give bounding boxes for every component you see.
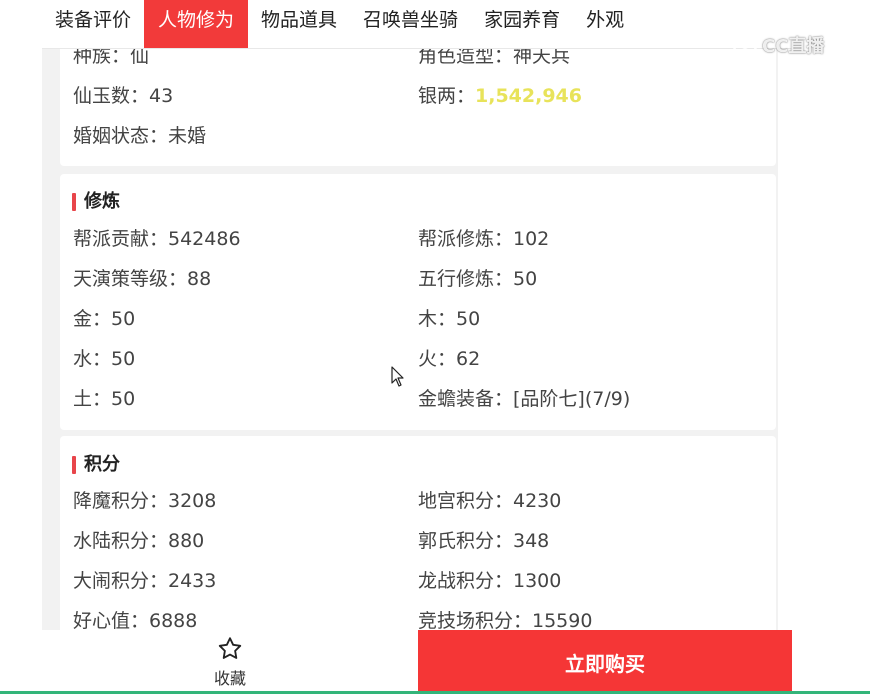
element-metal: 金：50 [73, 308, 136, 330]
category-tabs: 装备评价 人物修为 物品道具 召唤兽坐骑 家园养育 外观 [42, 0, 792, 49]
element-fire: 火：62 [418, 348, 481, 370]
guild-contribution: 帮派贡献：542486 [73, 228, 241, 250]
info-row: 仙玉数：43 银两：1,542,946 [60, 76, 776, 116]
guild-cultivation: 帮派修炼：102 [418, 228, 550, 250]
tab-summons-mounts[interactable]: 召唤兽坐骑 [350, 0, 471, 48]
favorite-button[interactable]: 收藏 [42, 630, 418, 694]
golden-toad-equipment: 金蟾装备：[品阶七](7/9) [418, 388, 631, 410]
points-card: 积分 降魔积分：3208 地宫积分：4230 水陆积分：880 郭氏积分：348… [60, 436, 776, 630]
favorite-label: 收藏 [213, 669, 246, 688]
content-scroll-area[interactable]: 种族：仙 角色造型：神天兵 仙玉数：43 银两：1,542,946 婚姻状态：未… [60, 0, 776, 630]
info-row: 帮派贡献：542486 帮派修炼：102 [60, 219, 776, 259]
tianyance-level: 天演策等级：88 [73, 268, 212, 290]
danao-points: 大闹积分：2433 [73, 570, 217, 592]
demon-points: 降魔积分：3208 [73, 490, 217, 512]
mouse-cursor-icon [391, 366, 404, 387]
arena-points: 竞技场积分：15590 [418, 610, 593, 630]
element-earth: 土：50 [73, 388, 136, 410]
section-title: 积分 [72, 455, 120, 475]
guoshi-points: 郭氏积分：348 [418, 530, 550, 552]
info-row: 好心值：6888 竞技场积分：15590 [60, 601, 776, 630]
five-elements-cultivation: 五行修炼：50 [418, 268, 538, 290]
silver-value: 1,542,946 [475, 85, 582, 107]
cc-live-logo-icon [732, 32, 758, 58]
element-wood: 木：50 [418, 308, 481, 330]
tab-items[interactable]: 物品道具 [248, 0, 350, 48]
info-row: 婚姻状态：未婚 [60, 116, 776, 156]
buy-now-button[interactable]: 立即购买 [418, 630, 792, 694]
dragon-war-points: 龙战积分：1300 [418, 570, 562, 592]
bottom-action-bar: 收藏 立即购买 [42, 630, 792, 694]
tab-appearance[interactable]: 外观 [573, 0, 637, 48]
kindness-value: 好心值：6888 [73, 610, 198, 630]
info-row: 水：50 火：62 [60, 339, 776, 379]
info-row: 土：50 金蟾装备：[品阶七](7/9) [60, 379, 776, 419]
palace-points: 地宫积分：4230 [418, 490, 562, 512]
jade-field: 仙玉数：43 [73, 85, 174, 107]
section-title: 修炼 [72, 192, 120, 212]
cultivation-card: 修炼 帮派贡献：542486 帮派修炼：102 天演策等级：88 五行修炼：50… [60, 174, 776, 430]
shuilu-points: 水陆积分：880 [73, 530, 205, 552]
silver-field: 银两：1,542,946 [418, 76, 582, 116]
scroll-gutter [778, 0, 792, 694]
info-row: 大闹积分：2433 龙战积分：1300 [60, 561, 776, 601]
tab-character[interactable]: 人物修为 [144, 0, 249, 48]
silver-label: 银两： [418, 85, 476, 107]
star-outline-icon [218, 637, 242, 659]
info-row: 水陆积分：880 郭氏积分：348 [60, 521, 776, 561]
tab-home[interactable]: 家园养育 [471, 0, 573, 48]
watermark-text: CC直播 [762, 36, 825, 57]
info-row: 金：50 木：50 [60, 299, 776, 339]
right-margin [792, 0, 870, 694]
marriage-field: 婚姻状态：未婚 [73, 125, 207, 147]
info-row: 天演策等级：88 五行修炼：50 [60, 259, 776, 299]
info-row: 降魔积分：3208 地宫积分：4230 [60, 481, 776, 521]
tab-equipment[interactable]: 装备评价 [42, 0, 144, 48]
left-margin [0, 0, 42, 694]
cc-live-watermark: CC直播 [732, 28, 842, 62]
element-water: 水：50 [73, 348, 136, 370]
